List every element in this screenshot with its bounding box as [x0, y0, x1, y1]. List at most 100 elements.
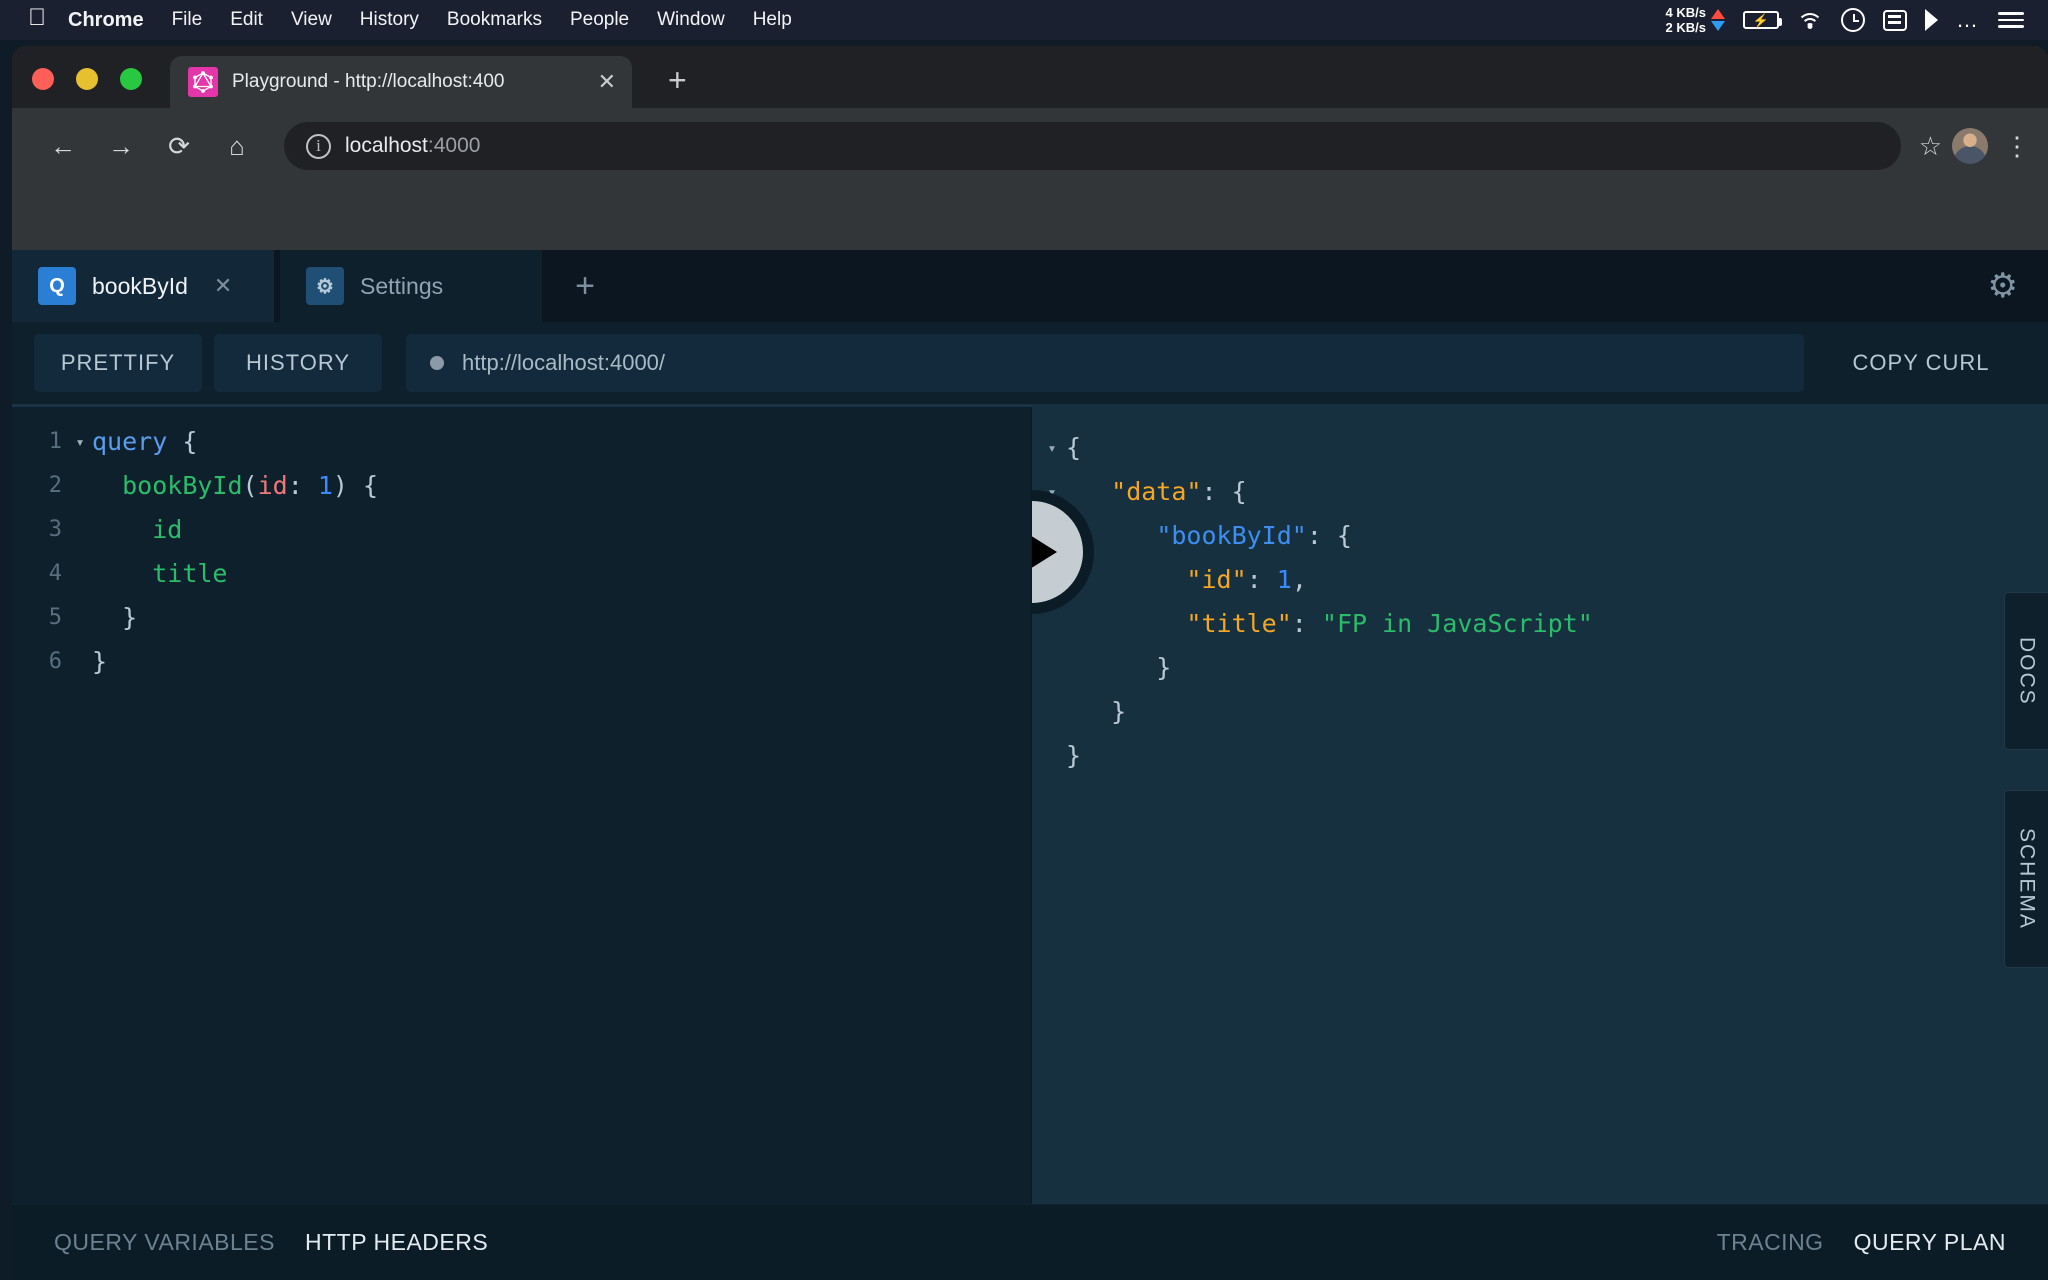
- download-arrow-icon: [1711, 21, 1725, 31]
- prettify-button[interactable]: PRETTIFY: [34, 334, 202, 392]
- home-icon[interactable]: ⌂: [208, 117, 266, 175]
- response-text: }: [1066, 741, 1082, 770]
- code-line[interactable]: 1 ▾ query {: [12, 420, 1031, 464]
- menu-item-history[interactable]: History: [360, 9, 419, 31]
- window-close-button[interactable]: [32, 68, 54, 90]
- reload-icon[interactable]: ⟳: [150, 117, 208, 175]
- code-line[interactable]: 5 }: [12, 596, 1031, 640]
- response-text: "id": 1,: [1186, 565, 1307, 594]
- response-line: }: [1032, 734, 2048, 778]
- query-editor[interactable]: 1 ▾ query {2 bookById(id: 1) {3 id 4 title 5…: [12, 404, 1032, 1204]
- response-line: "bookById": {: [1032, 514, 2048, 558]
- response-text: "bookById": {: [1156, 521, 1352, 550]
- menu-item-people[interactable]: People: [570, 9, 629, 31]
- fold-toggle-icon[interactable]: ▾: [1032, 426, 1066, 470]
- query-variables-tab[interactable]: QUERY VARIABLES: [54, 1229, 275, 1256]
- browser-tab-strip: Playground - http://localhost:400 ✕ +: [12, 46, 2048, 108]
- response-json: ▾{▾ "data": { "bookById": { "id": 1, "ti…: [1032, 426, 2048, 778]
- playground-new-tab-button[interactable]: +: [542, 250, 628, 322]
- line-number: 6: [48, 649, 62, 674]
- query-editor-lines[interactable]: 1 ▾ query {2 bookById(id: 1) {3 id 4 title 5…: [12, 420, 1031, 684]
- response-text: }: [1066, 653, 1172, 682]
- ellipsis-icon[interactable]: …: [1956, 9, 1980, 31]
- info-icon[interactable]: i: [306, 133, 331, 159]
- upload-arrow-icon: [1711, 9, 1725, 19]
- clock-icon[interactable]: [1841, 8, 1865, 32]
- play-icon: [1032, 527, 1057, 577]
- code-line[interactable]: 4 title: [12, 552, 1031, 596]
- tracing-tab[interactable]: TRACING: [1717, 1229, 1824, 1256]
- response-line: "title": "FP in JavaScript": [1032, 602, 2048, 646]
- query-plan-tab[interactable]: QUERY PLAN: [1854, 1229, 2006, 1256]
- menu-item-bookmarks[interactable]: Bookmarks: [447, 9, 542, 31]
- code-text: bookById(id: 1) {: [122, 471, 379, 500]
- gear-icon: ⚙: [306, 267, 344, 305]
- code-line[interactable]: 2 bookById(id: 1) {: [12, 464, 1031, 508]
- response-line: ▾{: [1032, 426, 2048, 470]
- flag-icon[interactable]: [1925, 9, 1938, 31]
- playground-toolbar: PRETTIFY HISTORY http://localhost:4000/ …: [12, 322, 2048, 404]
- playground-tab-close-icon[interactable]: ✕: [214, 273, 232, 299]
- new-tab-button[interactable]: +: [668, 64, 687, 96]
- http-headers-tab[interactable]: HTTP HEADERS: [305, 1229, 488, 1256]
- code-line[interactable]: 6}: [12, 640, 1031, 684]
- menu-item-help[interactable]: Help: [753, 9, 792, 31]
- window-minimize-button[interactable]: [76, 68, 98, 90]
- menu-item-window[interactable]: Window: [657, 9, 725, 31]
- menu-item-view[interactable]: View: [291, 9, 332, 31]
- list-icon[interactable]: [1883, 9, 1907, 31]
- browser-tab[interactable]: Playground - http://localhost:400 ✕: [170, 56, 632, 108]
- menu-item-edit[interactable]: Edit: [230, 9, 263, 31]
- code-text: }: [92, 603, 138, 632]
- endpoint-url-text: http://localhost:4000/: [462, 350, 666, 375]
- playground-tab-label: Settings: [360, 272, 444, 299]
- query-badge-icon: Q: [38, 267, 76, 305]
- menu-item-file[interactable]: File: [172, 9, 203, 31]
- response-text: "title": "FP in JavaScript": [1186, 609, 1593, 638]
- response-text: }: [1066, 697, 1127, 726]
- response-line: ▾ "data": {: [1032, 470, 2048, 514]
- url-host: localhost: [345, 134, 428, 157]
- address-bar[interactable]: i localhost:4000: [284, 122, 1901, 170]
- code-text: }: [92, 647, 108, 676]
- playground-tab-settings[interactable]: ⚙ Settings: [280, 250, 542, 322]
- profile-avatar[interactable]: [1952, 128, 1988, 164]
- settings-gear-icon[interactable]: ⚙: [1988, 250, 2048, 322]
- macos-menu-bar:  Chrome File Edit View History Bookmark…: [0, 0, 2048, 40]
- browser-blank-strip: [12, 184, 2048, 250]
- forward-button[interactable]: →: [92, 117, 150, 175]
- browser-tab-close-icon[interactable]: ✕: [598, 71, 616, 93]
- battery-charging-icon[interactable]: ⚡: [1743, 11, 1782, 29]
- code-line[interactable]: 3 id: [12, 508, 1031, 552]
- apple-logo-icon[interactable]: : [28, 6, 46, 30]
- window-maximize-button[interactable]: [120, 68, 142, 90]
- hamburger-icon[interactable]: [1998, 12, 2024, 28]
- code-text: query {: [92, 427, 198, 456]
- address-bar-url: localhost:4000: [345, 134, 480, 158]
- line-number: 3: [48, 517, 62, 542]
- history-button[interactable]: HISTORY: [214, 334, 382, 392]
- menu-item-chrome[interactable]: Chrome: [68, 9, 144, 32]
- bookmark-star-icon[interactable]: ☆: [1919, 131, 1942, 162]
- playground-tab-bookbyid[interactable]: Q bookById ✕: [12, 250, 274, 322]
- editor-top-divider: [12, 404, 1032, 407]
- browser-tab-title: Playground - http://localhost:400: [232, 71, 505, 92]
- response-line: }: [1032, 690, 2048, 734]
- copy-curl-button[interactable]: COPY CURL: [1816, 334, 2026, 392]
- wifi-icon[interactable]: [1797, 11, 1823, 29]
- code-text: id: [152, 515, 183, 544]
- playground-tab-bar: Q bookById ✕ ⚙ Settings + ⚙: [12, 250, 2048, 322]
- fold-toggle-icon[interactable]: ▾: [68, 420, 92, 464]
- schema-side-tab[interactable]: SCHEMA: [2004, 790, 2048, 968]
- line-number: 2: [48, 473, 62, 498]
- line-number: 5: [48, 605, 62, 630]
- response-line: "id": 1,: [1032, 558, 2048, 602]
- network-speed-indicator[interactable]: 4 KB/s 2 KB/s: [1666, 5, 1725, 36]
- docs-side-tab[interactable]: DOCS: [2004, 592, 2048, 750]
- endpoint-url-field[interactable]: http://localhost:4000/: [406, 334, 1804, 392]
- network-upload-speed: 4 KB/s: [1665, 4, 1706, 20]
- chrome-menu-icon[interactable]: ⋮: [2004, 133, 2030, 159]
- browser-navigation-bar: ← → ⟳ ⌂ i localhost:4000 ☆ ⋮: [12, 108, 2048, 184]
- response-viewer: ▾{▾ "data": { "bookById": { "id": 1, "ti…: [1032, 404, 2048, 1204]
- back-button[interactable]: ←: [34, 117, 92, 175]
